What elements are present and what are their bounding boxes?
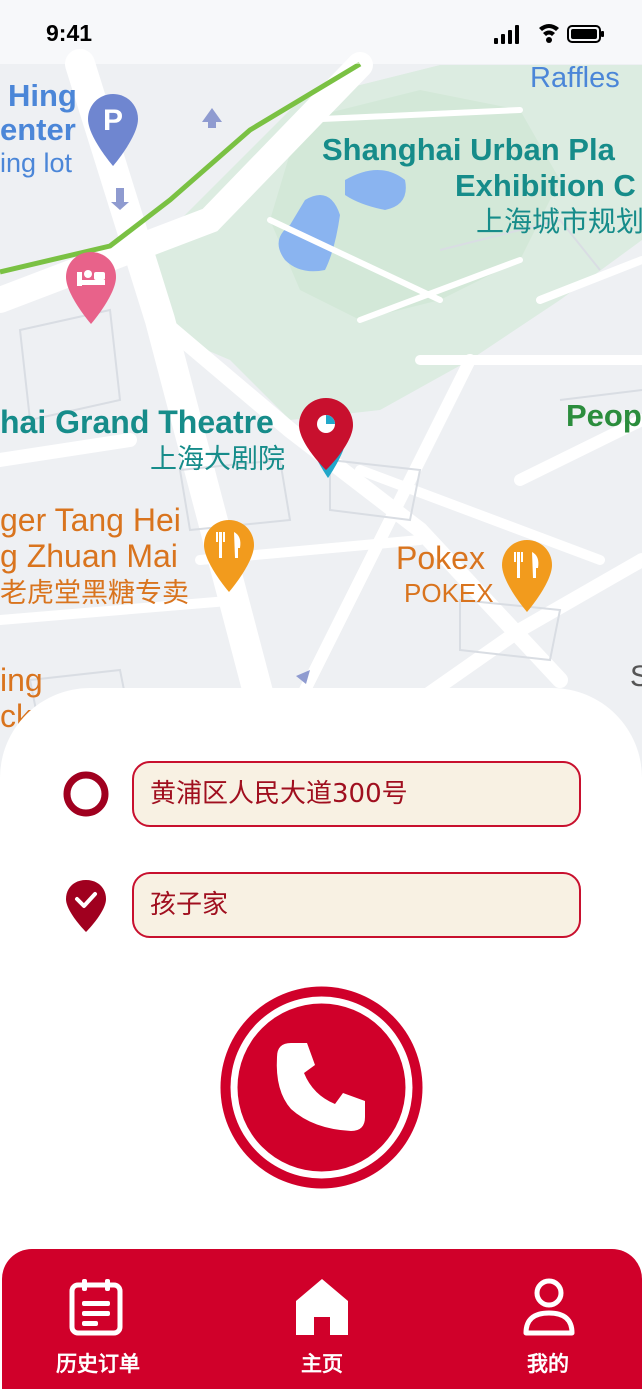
map-label-pokex: Pokex — [396, 540, 485, 576]
hotel-pin-icon[interactable] — [64, 250, 118, 326]
map-label-right-s: S — [630, 660, 642, 693]
map-label-urban-plan-2: Exhibition C — [455, 168, 636, 203]
order-history-icon — [69, 1279, 123, 1336]
map-label-tiger-1: ger Tang Hei — [0, 502, 181, 538]
destination-input[interactable]: 孩子家 — [132, 872, 581, 938]
origin-circle-icon — [63, 771, 109, 817]
map-label-left-1: ing — [0, 662, 43, 698]
tab-label: 我的 — [527, 1352, 569, 1376]
tab-label: 历史订单 — [56, 1352, 140, 1376]
origin-row: 黄浦区人民大道300号 — [0, 761, 642, 827]
restaurant-pin-icon[interactable] — [500, 538, 554, 614]
signal-icon — [494, 25, 519, 44]
map-label-urban-plan-1: Shanghai Urban Pla — [322, 132, 615, 167]
current-location-pin-icon[interactable] — [296, 396, 356, 472]
origin-input[interactable]: 黄浦区人民大道300号 — [132, 761, 581, 827]
tab-order-history[interactable]: 历史订单 — [18, 1249, 178, 1389]
map-label-grand-theatre: hai Grand Theatre — [0, 404, 274, 440]
destination-row: 孩子家 — [0, 872, 642, 938]
map-label-tiger-cn: 老虎堂黑糖专卖 — [0, 578, 189, 609]
tab-profile[interactable]: 我的 — [468, 1249, 628, 1389]
status-bar: 9:41 — [0, 0, 642, 64]
status-time: 9:41 — [46, 20, 93, 46]
profile-icon — [523, 1278, 575, 1336]
map-view[interactable]: Hing enter ing lot Raffles Shanghai Urba… — [0, 0, 642, 800]
tab-home[interactable]: 主页 — [242, 1249, 402, 1389]
battery-icon — [567, 25, 604, 43]
tab-label: 主页 — [301, 1352, 343, 1376]
map-label-pokex-sub: POKEX — [404, 578, 494, 608]
map-label-grand-theatre-cn: 上海大剧院 — [150, 444, 285, 475]
map-label-raffles: Raffles — [530, 62, 620, 94]
wifi-icon — [539, 24, 559, 43]
map-label-hing-3: ing lot — [0, 148, 73, 178]
svg-text:P: P — [103, 104, 123, 137]
map-label-tiger-2: g Zhuan Mai — [0, 538, 178, 574]
parking-pin-icon[interactable]: P — [86, 92, 140, 168]
map-label-people: Peop — [566, 398, 642, 433]
restaurant-pin-icon[interactable] — [202, 518, 256, 594]
status-icons — [494, 24, 604, 44]
map-label-hing-2: enter — [0, 112, 76, 147]
destination-pin-icon — [66, 880, 106, 932]
call-button[interactable] — [217, 983, 426, 1192]
home-icon — [296, 1279, 348, 1335]
map-label-urban-plan-cn: 上海城市规划 — [476, 205, 642, 238]
tab-bar: 历史订单 主页 我的 — [2, 1249, 642, 1389]
map-label-hing-1: Hing — [8, 78, 77, 113]
